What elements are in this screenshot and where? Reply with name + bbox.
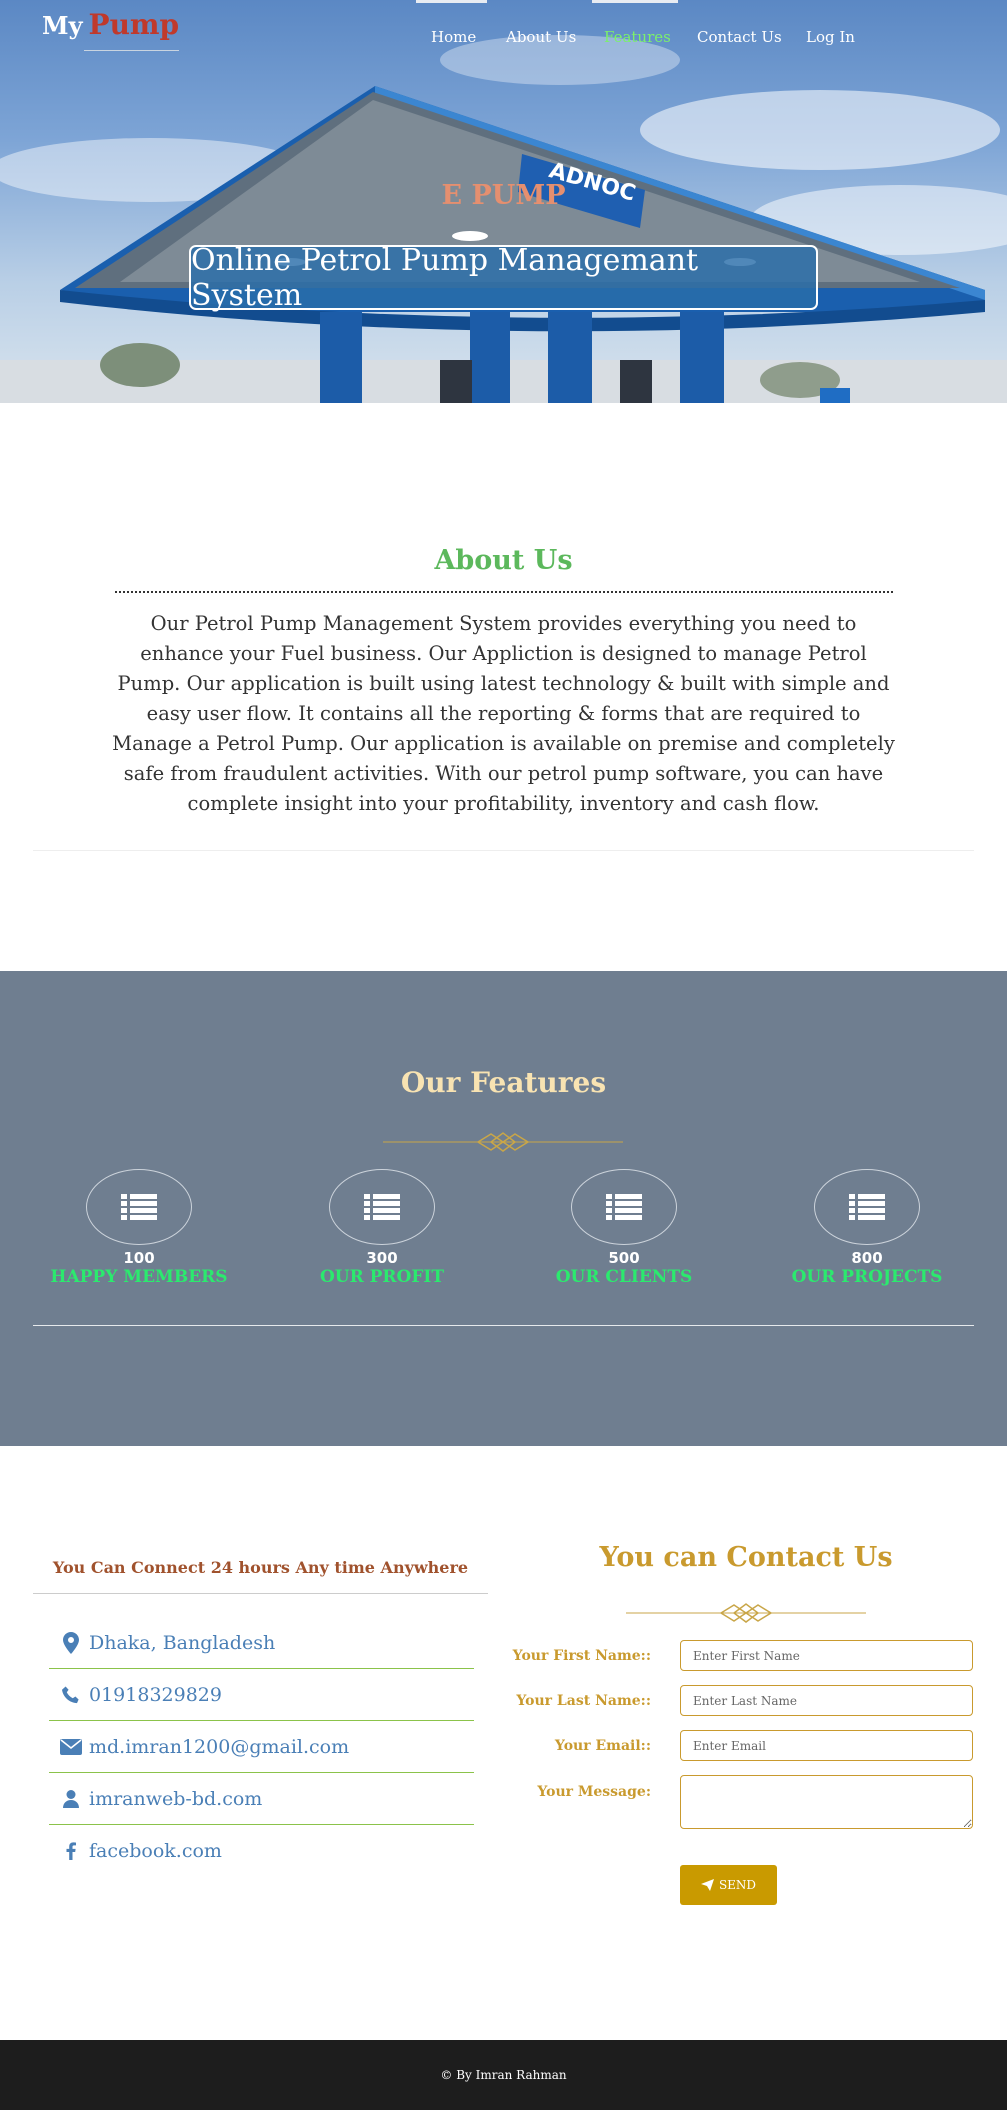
info-item-email: md.imran1200@gmail.com — [49, 1721, 474, 1773]
info-facebook-text[interactable]: facebook.com — [89, 1840, 222, 1862]
message-textarea[interactable] — [680, 1775, 973, 1829]
list-icon — [364, 1194, 400, 1220]
info-item-website: imranweb-bd.com — [49, 1773, 474, 1825]
email-input[interactable] — [680, 1730, 973, 1761]
hero-title: E PUMP — [441, 180, 566, 211]
features-title: Our Features — [400, 1066, 607, 1099]
nav-log-in[interactable]: Log In — [806, 28, 855, 46]
info-item-phone: 01918329829 — [49, 1669, 474, 1721]
feature-label: OUR CLIENTS — [555, 1267, 693, 1287]
feature-circle — [571, 1169, 677, 1245]
nav-contact-us[interactable]: Contact Us — [697, 28, 782, 46]
list-icon — [121, 1194, 157, 1220]
feature-happy-members: 100 HAPPY MEMBERS — [29, 1169, 249, 1287]
list-icon — [606, 1194, 642, 1220]
main-nav: Home About Us Features Contact Us Log In — [0, 28, 1007, 52]
info-item-facebook: facebook.com — [49, 1825, 474, 1877]
hero-subtitle: Online Petrol Pump Managemant System — [191, 242, 699, 313]
about-text: Our Petrol Pump Management System provid… — [112, 612, 895, 815]
feature-label: OUR PROJECTS — [791, 1267, 943, 1287]
first-name-label: Your First Name:: — [512, 1648, 651, 1664]
feature-number: 500 — [608, 1249, 640, 1267]
footer-credit: © By Imran Rahman — [440, 2068, 567, 2082]
feature-circle — [86, 1169, 192, 1245]
footer: © By Imran Rahman — [0, 2040, 1007, 2110]
hero-subtitle-box: Online Petrol Pump Managemant System — [189, 242, 818, 313]
info-location-text: Dhaka, Bangladesh — [89, 1631, 276, 1654]
connect-title: You Can Connect 24 hours Any time Anywhe… — [52, 1558, 469, 1577]
feature-our-profit: 300 OUR PROFIT — [272, 1169, 492, 1287]
features-section: Our Features 100 HAPPY MEMBERS 300 OUR P… — [0, 971, 1007, 1446]
nav-indicator-home — [416, 0, 487, 3]
about-divider — [115, 591, 893, 593]
info-email-text[interactable]: md.imran1200@gmail.com — [89, 1736, 349, 1758]
envelope-icon — [59, 1738, 83, 1755]
nav-features[interactable]: Features — [604, 28, 671, 46]
email-label: Your Email:: — [554, 1738, 651, 1754]
nav-home[interactable]: Home — [431, 28, 476, 46]
feature-label: HAPPY MEMBERS — [50, 1267, 228, 1287]
list-icon — [849, 1194, 885, 1220]
contact-title: You can Contact Us — [599, 1542, 893, 1573]
info-phone-text: 01918329829 — [89, 1683, 222, 1706]
user-icon — [59, 1789, 83, 1808]
ornament-divider-icon — [383, 1132, 623, 1152]
paper-plane-icon — [700, 1879, 714, 1891]
hero-banner: ADNOC My Pump Home About Us Features Cont… — [0, 0, 1007, 403]
first-name-input[interactable] — [680, 1640, 973, 1671]
about-title: About Us — [434, 545, 573, 576]
feature-number: 300 — [366, 1249, 398, 1267]
nav-about-us[interactable]: About Us — [506, 28, 576, 46]
message-label: Your Message: — [537, 1784, 651, 1800]
about-bottom-divider — [33, 850, 974, 851]
map-marker-icon — [59, 1631, 83, 1654]
facebook-icon — [59, 1842, 83, 1860]
nav-indicator-features — [592, 0, 678, 3]
last-name-input[interactable] — [680, 1685, 973, 1716]
feature-our-clients: 500 OUR CLIENTS — [514, 1169, 734, 1287]
feature-label: OUR PROFIT — [319, 1267, 445, 1287]
ornament-divider-icon — [626, 1603, 866, 1623]
last-name-label: Your Last Name:: — [516, 1693, 651, 1709]
contact-info-list: Dhaka, Bangladesh 01918329829 md.imran12… — [49, 1617, 474, 1877]
feature-circle — [814, 1169, 920, 1245]
connect-divider — [33, 1593, 488, 1594]
feature-number: 800 — [851, 1249, 883, 1267]
features-divider — [33, 1325, 974, 1326]
info-item-location: Dhaka, Bangladesh — [49, 1617, 474, 1669]
feature-circle — [329, 1169, 435, 1245]
send-button[interactable]: SEND — [680, 1865, 777, 1905]
feature-our-projects: 800 OUR PROJECTS — [757, 1169, 977, 1287]
send-button-label: SEND — [718, 1878, 757, 1892]
phone-icon — [59, 1686, 83, 1704]
feature-number: 100 — [123, 1249, 155, 1267]
info-website-text[interactable]: imranweb-bd.com — [89, 1788, 262, 1810]
